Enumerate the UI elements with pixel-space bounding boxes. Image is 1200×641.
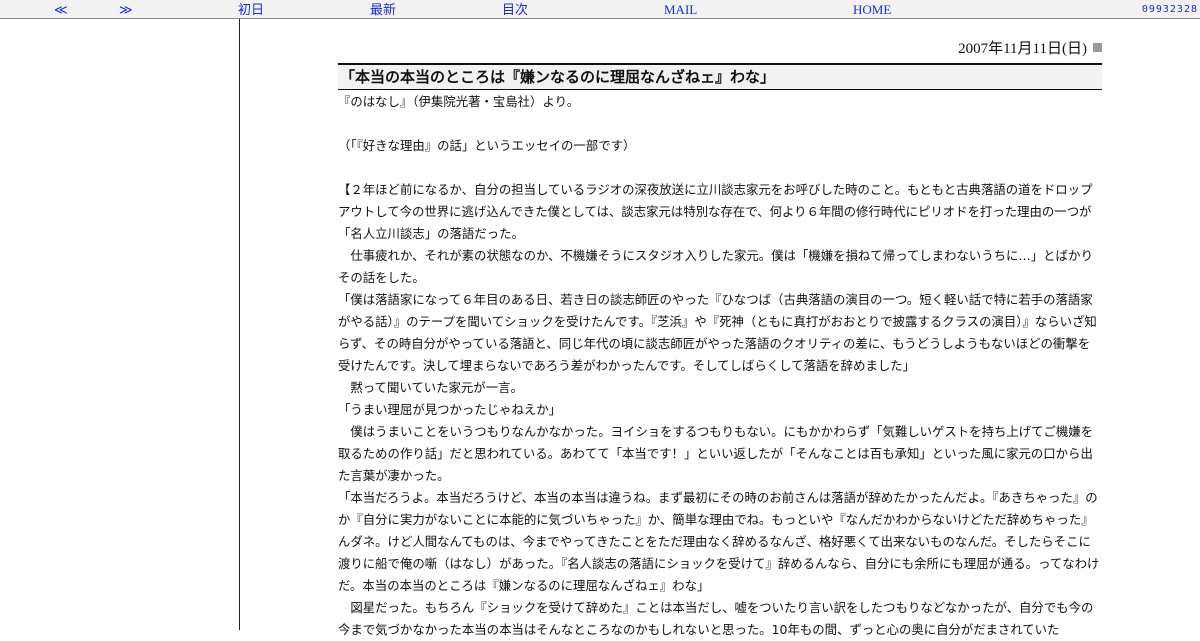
entry-paragraph: （「『好きな理由』の話」というエッセイの一部です）	[338, 138, 636, 153]
latest-link[interactable]: 最新	[370, 2, 396, 17]
home-link[interactable]: HOME	[853, 2, 891, 17]
prev-entry-link[interactable]: ≪	[54, 2, 68, 17]
entry-paragraph: 仕事疲れか、それが素の状態なのか、不機嫌そうにスタジオ入りした家元。僕は「機嫌を…	[338, 248, 1093, 285]
top-navigation-bar: ≪ ≫ 初日 最新 目次 MAIL HOME 09932328	[0, 0, 1200, 19]
sidebar-divider	[239, 19, 240, 630]
entry-paragraph: 『のはなし』（伊集院光著・宝島社）より。	[338, 94, 580, 109]
entry-paragraph: 【２年ほど前になるか、自分の担当しているラジオの深夜放送に立川談志家元をお呼びし…	[338, 182, 1093, 241]
entry-date-row: 2007年11月11日(日)	[338, 38, 1102, 63]
entry-paragraph: 「本当だろうよ。本当だろうけど、本当の本当は違うね。まず最初にその時のお前さんは…	[338, 490, 1100, 593]
entry-body: 『のはなし』（伊集院光著・宝島社）より。 （「『好きな理由』の話」というエッセイの…	[338, 91, 1102, 641]
square-bullet-icon	[1093, 43, 1102, 52]
first-day-link[interactable]: 初日	[238, 2, 264, 17]
diary-entry: 2007年11月11日(日) 「本当の本当のところは『嫌ンなるのに理屈なんざねェ…	[338, 38, 1102, 641]
visit-counter: 09932328	[1141, 4, 1198, 15]
next-entry-link[interactable]: ≫	[119, 2, 133, 17]
entry-paragraph: 僕はうまいことをいうつもりなんかなかった。ヨイショをするつもりもない。にもかかわ…	[338, 424, 1094, 483]
mail-link[interactable]: MAIL	[664, 2, 697, 17]
entry-title: 「本当の本当のところは『嫌ンなるのに理屈なんざねェ』わな」	[338, 63, 1102, 90]
entry-paragraph: 「うまい理屈が見つかったじゃねえか」	[338, 402, 562, 417]
table-of-contents-link[interactable]: 目次	[502, 2, 528, 17]
entry-paragraph: 黙って聞いていた家元が一言。	[338, 380, 523, 395]
entry-paragraph: 「僕は落語家になって６年目のある日、若き日の談志師匠のやった『ひなつば（古典落語…	[338, 292, 1097, 373]
entry-date: 2007年11月11日(日)	[958, 41, 1087, 57]
entry-paragraph: 図星だった。もちろん『ショックを受けて辞めた』ことは本当だし、嘘をついたり言い訳…	[338, 600, 1094, 637]
